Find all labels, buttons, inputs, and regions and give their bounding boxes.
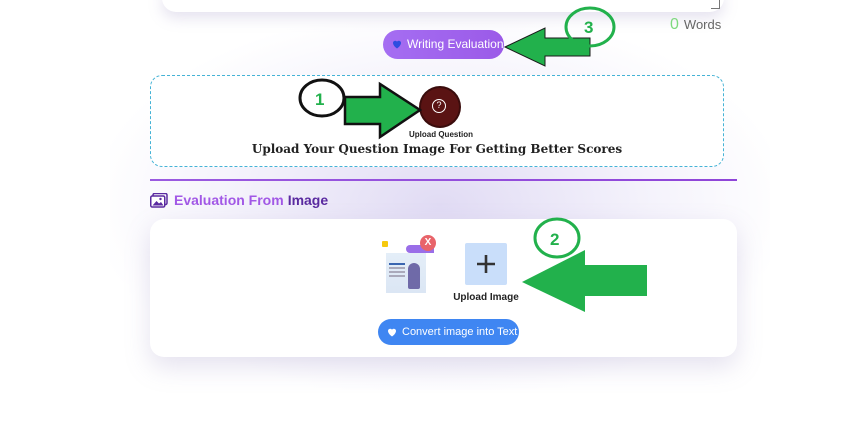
upload-question-label: Upload Question: [409, 130, 473, 139]
word-count-label: Words: [683, 17, 722, 32]
convert-image-to-text-button[interactable]: Convert image into Text: [378, 319, 519, 345]
question-mark-icon: ?: [432, 99, 446, 113]
resize-handle-icon[interactable]: [711, 0, 720, 9]
writing-evaluation-label: Writing Evaluation: [407, 37, 504, 51]
section-divider: [150, 179, 737, 181]
upload-question-button[interactable]: ?: [421, 88, 459, 126]
heart-icon: [388, 328, 396, 337]
add-image-button[interactable]: [465, 243, 507, 285]
image-section-title-part2: Image: [287, 192, 329, 208]
thumbnail-picture: [386, 253, 426, 293]
image-section-title-part1: Evaluation From: [174, 192, 284, 208]
heart-icon: [393, 40, 401, 49]
word-count-value: 0: [670, 16, 679, 33]
uploaded-image-thumbnail[interactable]: [380, 241, 434, 293]
question-upload-title: Upload Your Question Image For Getting B…: [251, 142, 623, 156]
image-section-heading: Evaluation From Image: [150, 192, 328, 210]
essay-textarea[interactable]: [162, 0, 724, 12]
image-upload-card: Upload Image Convert image into Text: [150, 219, 737, 357]
writing-evaluation-button[interactable]: Writing Evaluation: [383, 30, 504, 59]
plus-icon: [477, 255, 495, 273]
remove-image-button[interactable]: X: [420, 235, 436, 251]
thumbnail-marker: [382, 241, 388, 247]
thumbnail-person: [408, 263, 420, 289]
thumbnail-text-lines: [389, 263, 405, 265]
word-count: 0 Words: [670, 16, 721, 34]
question-upload-area[interactable]: ? Upload Question Upload Your Question I…: [150, 75, 724, 167]
convert-button-label: Convert image into Text: [402, 326, 518, 338]
upload-image-label: Upload Image: [453, 292, 519, 303]
image-gallery-icon: [150, 193, 168, 208]
